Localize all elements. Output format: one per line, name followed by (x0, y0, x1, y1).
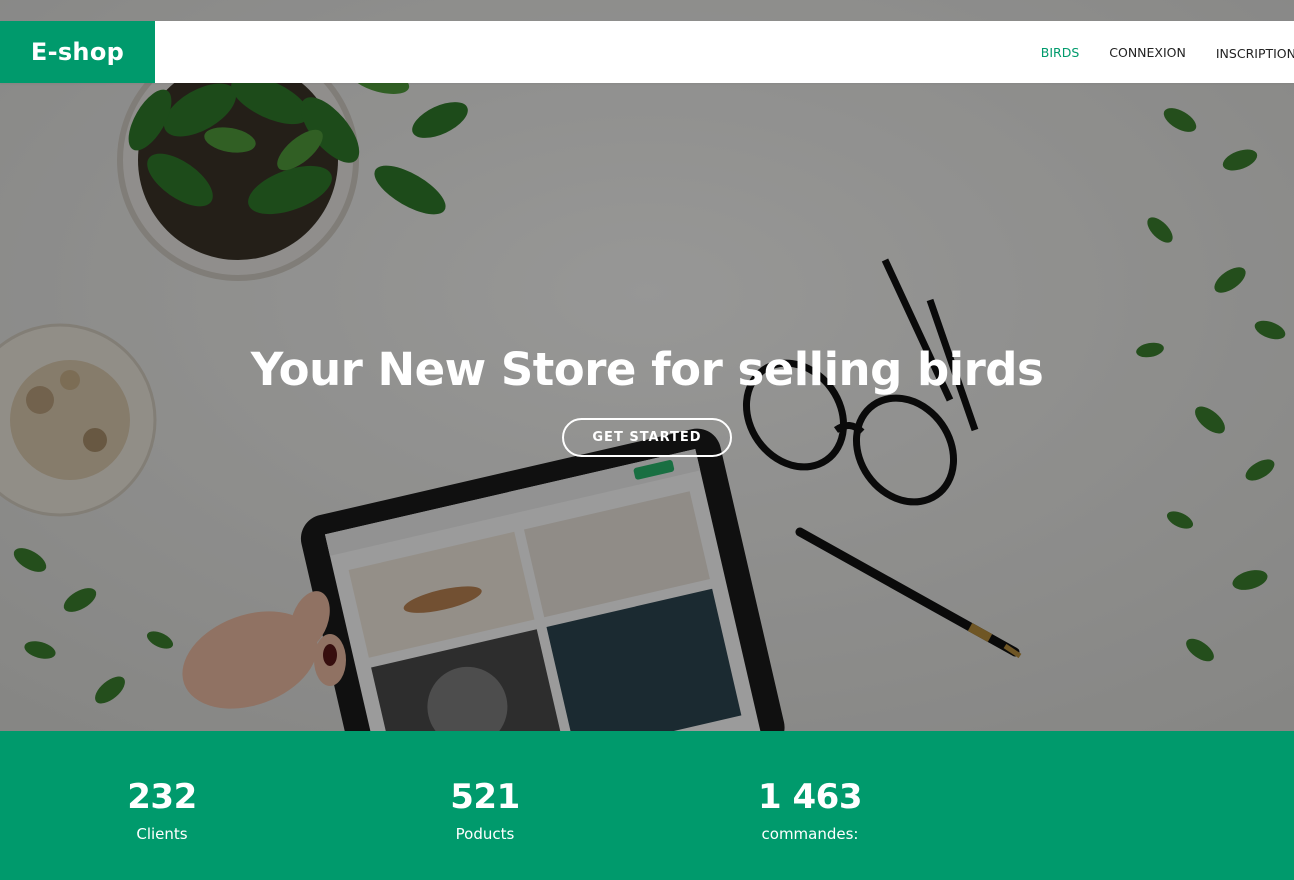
main-nav: BIRDS CONNEXION INSCRIPTION (1011, 21, 1294, 83)
stat-value: 1 463 (758, 777, 862, 817)
site-header: E-shop BIRDS CONNEXION INSCRIPTION (0, 21, 1294, 83)
stat-label: Clients (136, 825, 188, 843)
get-started-button[interactable]: GET STARTED (562, 418, 732, 457)
stat-orders: 1 463 commandes: (710, 775, 910, 845)
hero-content: Your New Store for selling birds GET STA… (0, 340, 1294, 457)
site-logo[interactable]: E-shop (0, 21, 155, 83)
stat-value: 521 (450, 777, 520, 817)
stat-label: commandes: (761, 825, 859, 843)
stat-products: 521 Poducts (385, 775, 585, 845)
hero-title: Your New Store for selling birds (250, 343, 1044, 396)
stat-label: Poducts (455, 825, 515, 843)
stats-section: 232 Clients 521 Poducts 1 463 commandes: (0, 731, 1294, 880)
nav-item-inscription[interactable]: INSCRIPTION (1216, 46, 1294, 61)
stat-value: 232 (127, 777, 197, 817)
hero-section: Your New Store for selling birds GET STA… (0, 0, 1294, 731)
nav-item-birds[interactable]: BIRDS (1041, 45, 1080, 60)
stat-clients: 232 Clients (62, 775, 262, 845)
nav-item-connexion[interactable]: CONNEXION (1109, 45, 1186, 60)
